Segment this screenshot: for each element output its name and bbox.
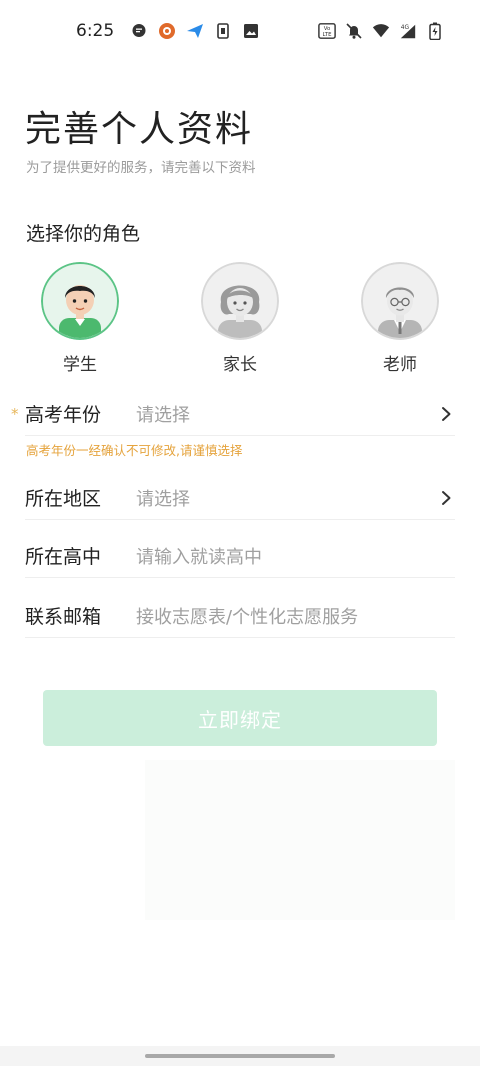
student-avatar-icon	[41, 262, 119, 340]
chevron-right-icon	[439, 490, 453, 506]
role-heading: 选择你的角色	[26, 223, 141, 245]
school-row: 所在高中 请输入就读高中	[25, 534, 455, 578]
sim-icon	[214, 22, 232, 40]
school-label: 所在高中	[25, 546, 102, 568]
battery-icon	[426, 22, 444, 40]
page-title: 完善个人资料	[25, 109, 254, 150]
status-right: Vo LTE 4G	[318, 22, 444, 40]
signal-4g-icon: 4G	[399, 22, 417, 40]
message-icon	[130, 22, 148, 40]
status-left: 6:25	[76, 21, 260, 41]
role-teacher[interactable]: 老师	[350, 262, 450, 375]
role-label-parent: 家长	[223, 355, 257, 375]
role-label-student: 学生	[63, 355, 97, 375]
chevron-right-icon	[439, 406, 453, 422]
parent-avatar-icon	[201, 262, 279, 340]
page-subtitle: 为了提供更好的服务，请完善以下资料	[26, 160, 256, 176]
required-mark: *	[11, 405, 19, 423]
role-label-teacher: 老师	[383, 355, 417, 375]
app-icon	[158, 22, 176, 40]
svg-text:LTE: LTE	[323, 32, 333, 38]
school-input[interactable]: 请输入就读高中	[136, 543, 455, 569]
gaokao-year-select[interactable]: 高考年份 请选择	[25, 392, 455, 436]
email-input[interactable]: 接收志愿表/个性化志愿服务	[136, 603, 455, 629]
svg-text:4G: 4G	[401, 25, 410, 31]
status-time: 6:25	[76, 21, 115, 41]
email-row: 联系邮箱 接收志愿表/个性化志愿服务	[25, 594, 455, 638]
wifi-icon	[372, 22, 390, 40]
role-student[interactable]: 学生	[30, 262, 130, 375]
home-gesture-handle[interactable]	[145, 1054, 335, 1058]
gaokao-year-value: 请选择	[136, 404, 190, 426]
image-icon	[242, 22, 260, 40]
role-selector: 学生 家长 老师	[0, 262, 480, 382]
gaokao-year-warning: 高考年份一经确认不可修改,请谨慎选择	[26, 443, 243, 458]
mute-icon	[345, 22, 363, 40]
region-select[interactable]: 所在地区 请选择	[25, 476, 455, 520]
bind-now-button[interactable]: 立即绑定	[43, 690, 437, 746]
region-value: 请选择	[136, 488, 190, 510]
email-label: 联系邮箱	[25, 606, 102, 628]
send-icon	[186, 22, 204, 40]
gaokao-year-label: 高考年份	[25, 404, 102, 426]
teacher-avatar-icon	[361, 262, 439, 340]
role-parent[interactable]: 家长	[190, 262, 290, 375]
volte-icon: Vo LTE	[318, 22, 336, 40]
background-panel	[145, 760, 455, 920]
region-label: 所在地区	[25, 488, 102, 510]
status-bar: 6:25 Vo LTE 4G	[0, 0, 480, 62]
